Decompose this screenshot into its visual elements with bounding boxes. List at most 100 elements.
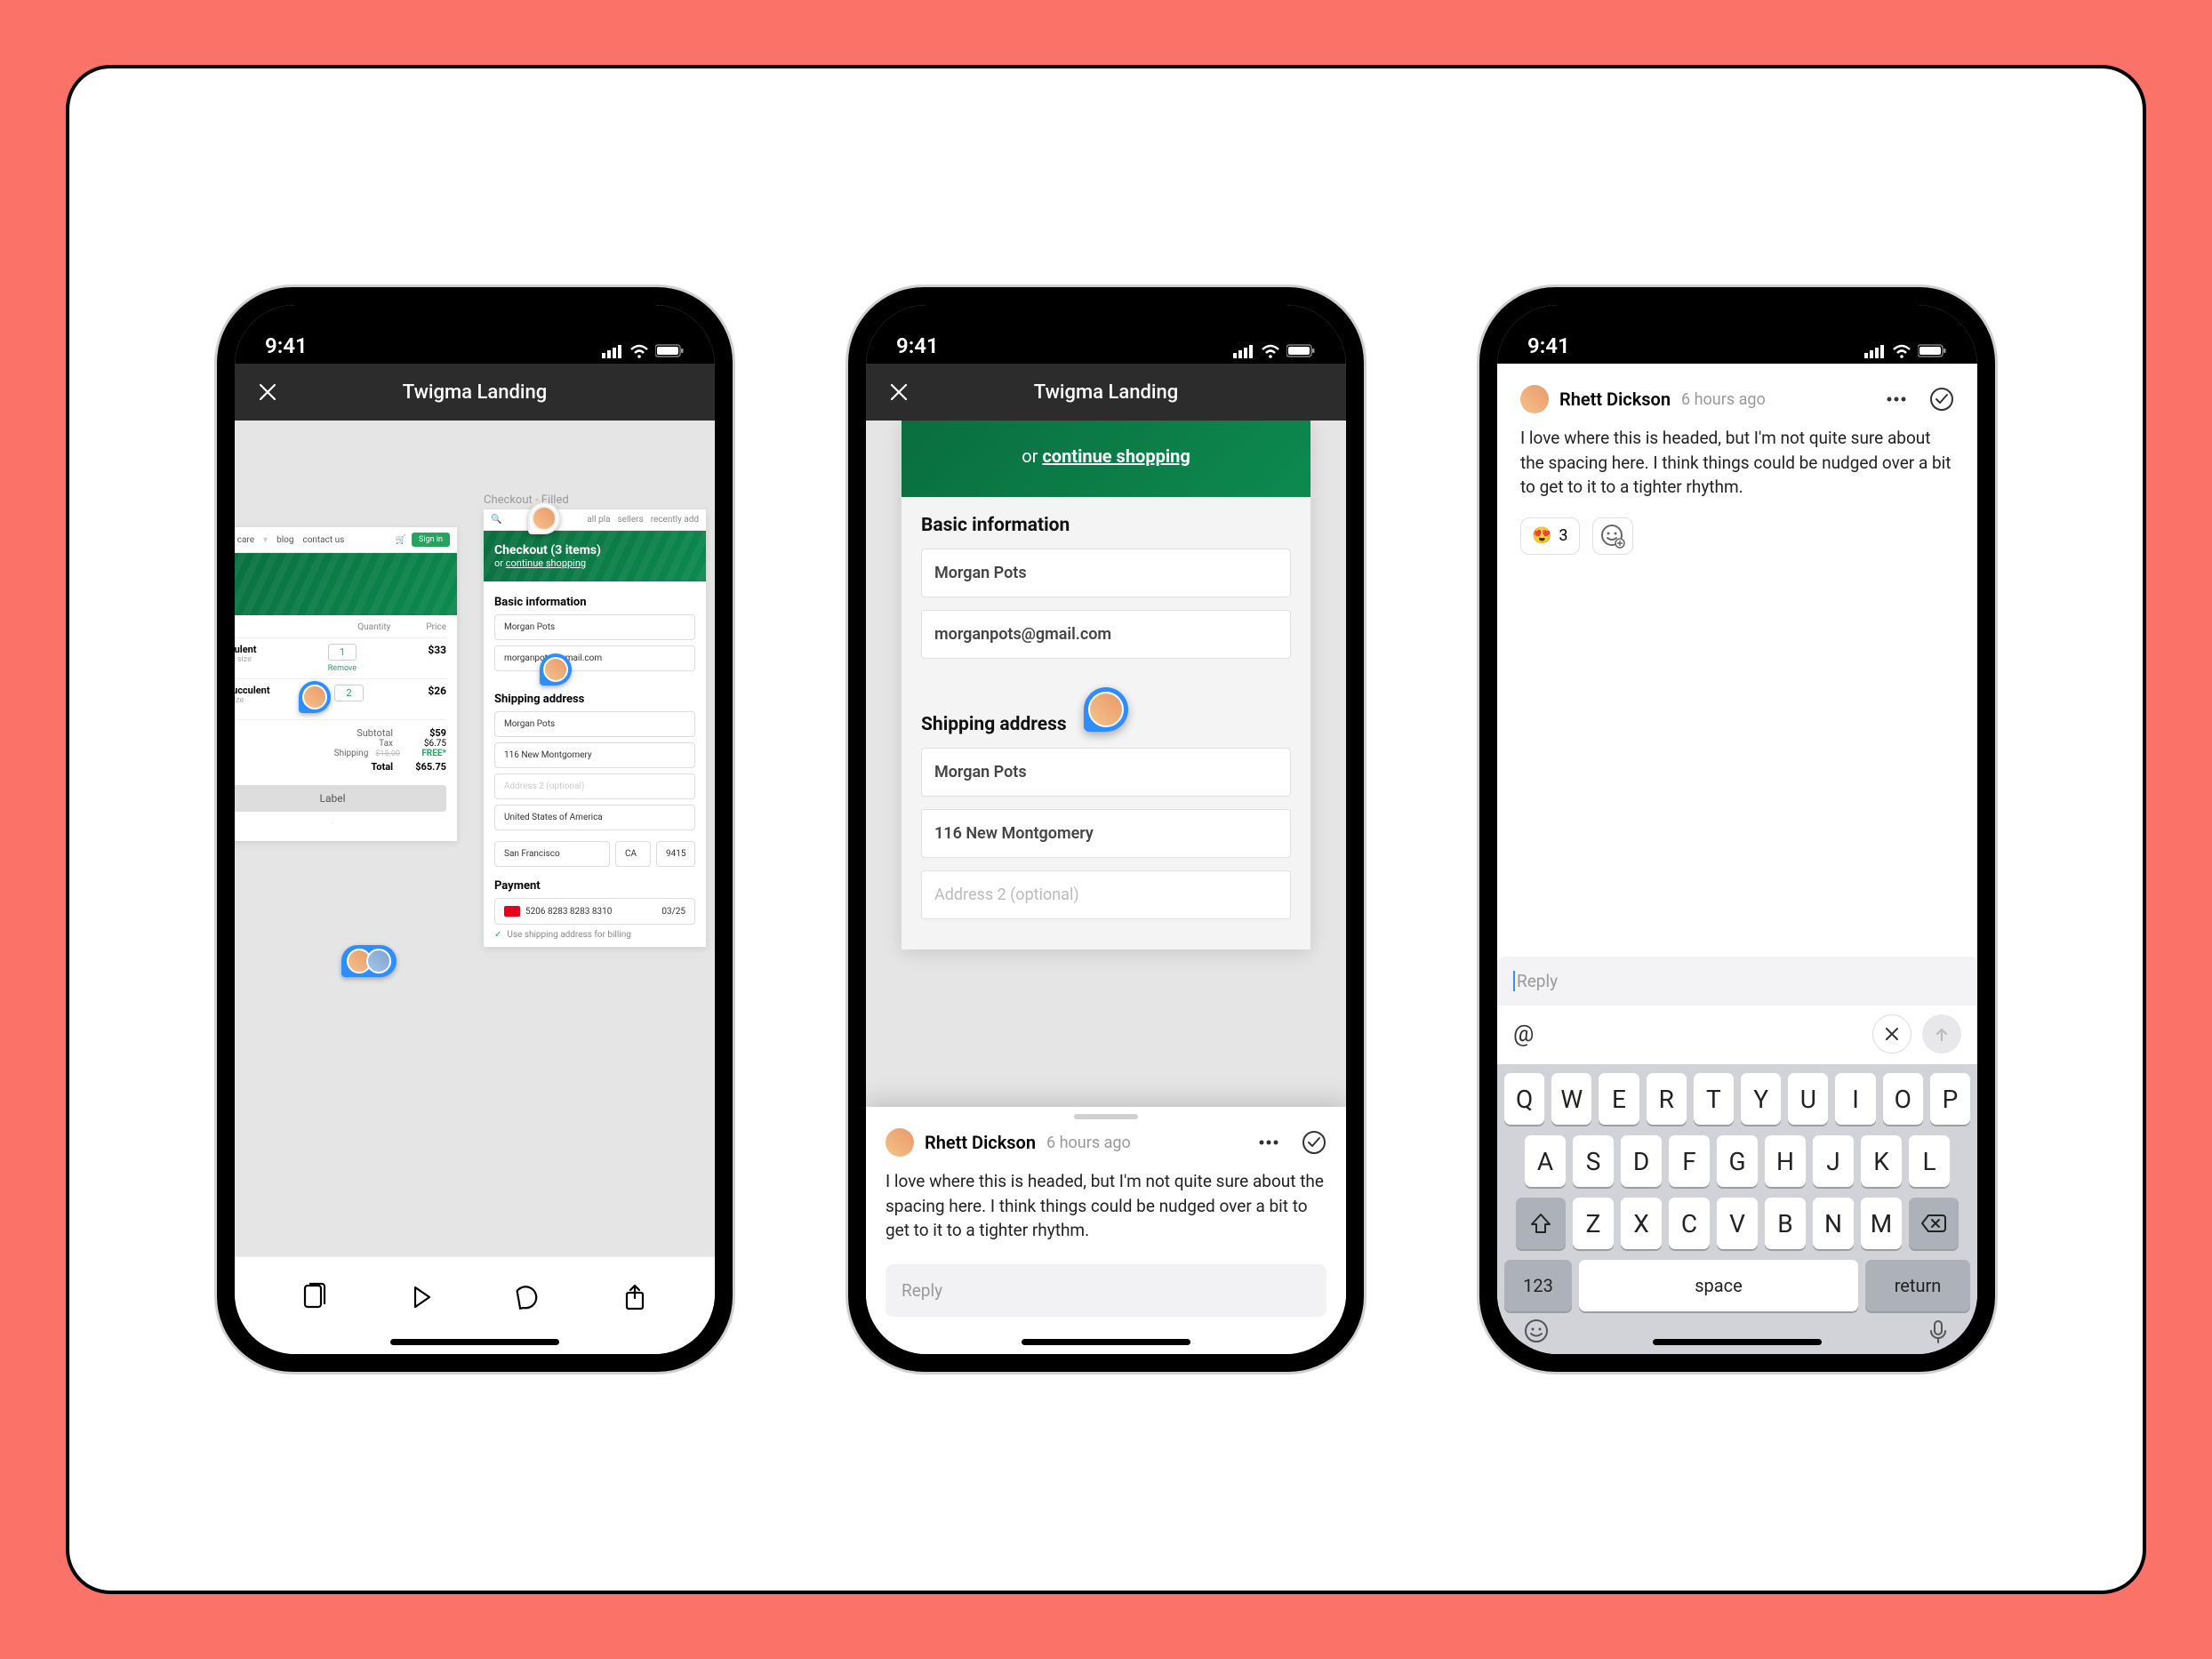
field-email[interactable]: morganpots@gmail.com [921, 610, 1291, 659]
return-key[interactable]: return [1865, 1260, 1970, 1311]
comment-pin[interactable] [299, 681, 331, 713]
field-state[interactable]: CA [615, 841, 651, 867]
cart-frame[interactable]: plant care ▾ blog contact us 🛒 Sign in [235, 527, 457, 841]
field-zip[interactable]: 9415 [656, 841, 695, 867]
key-d[interactable]: D [1621, 1135, 1662, 1187]
reply-input[interactable]: Reply [886, 1264, 1326, 1317]
commenter-name: Rhett Dickson [1559, 389, 1671, 410]
field-addr2[interactable]: Address 2 (optional) [921, 870, 1291, 919]
field-ship-name[interactable]: Morgan Pots [921, 748, 1291, 797]
drag-handle[interactable] [1074, 1114, 1138, 1119]
key-a[interactable]: A [1525, 1135, 1566, 1187]
key-t[interactable]: T [1694, 1073, 1734, 1125]
home-indicator[interactable] [1022, 1339, 1190, 1345]
checkout-frame[interactable]: Checkout - Filled 🔍 all pla sellers rece… [484, 509, 706, 947]
continue-shopping-link[interactable]: continue shopping [506, 557, 586, 569]
home-indicator[interactable] [390, 1339, 559, 1345]
key-s[interactable]: S [1573, 1135, 1614, 1187]
field-addr2[interactable]: Address 2 (optional) [494, 773, 695, 799]
field-ship-addr[interactable]: 116 New Montgomery [921, 809, 1291, 858]
nav-item[interactable]: plant care [235, 535, 254, 545]
field-ship-addr[interactable]: 116 New Montgomery [494, 742, 695, 768]
notch [1013, 305, 1199, 341]
key-o[interactable]: O [1883, 1073, 1923, 1125]
more-button[interactable] [1885, 388, 1908, 411]
qty-stepper[interactable]: 2 [334, 685, 363, 701]
checkout-frame-zoomed[interactable]: or continue shopping Basic information M… [902, 421, 1310, 950]
multi-user-pin[interactable] [341, 945, 397, 977]
key-n[interactable]: N [1813, 1198, 1854, 1249]
comment-detail-sheet: Rhett Dickson 6 hours ago I love where t… [1497, 364, 1977, 957]
share-button[interactable] [616, 1278, 653, 1316]
sign-in-button[interactable]: Sign in [412, 533, 450, 547]
key-x[interactable]: X [1621, 1198, 1662, 1249]
cart-icon[interactable]: 🛒 [396, 535, 406, 545]
key-r[interactable]: R [1647, 1073, 1687, 1125]
files-button[interactable] [296, 1278, 333, 1316]
billing-checkbox-label[interactable]: Use shipping address for billing [507, 930, 630, 940]
comment-timestamp: 6 hours ago [1681, 390, 1766, 409]
remove-link[interactable]: Remove [328, 664, 357, 673]
add-reaction-button[interactable] [1592, 517, 1633, 555]
space-key[interactable]: space [1579, 1260, 1858, 1311]
key-z[interactable]: Z [1573, 1198, 1614, 1249]
key-g[interactable]: G [1717, 1135, 1758, 1187]
comment-pin-active[interactable] [1084, 687, 1128, 732]
send-button[interactable] [1922, 1014, 1961, 1054]
key-p[interactable]: P [1930, 1073, 1970, 1125]
numeric-key[interactable]: 123 [1504, 1260, 1572, 1311]
more-button[interactable] [1257, 1131, 1280, 1154]
key-j[interactable]: J [1813, 1135, 1854, 1187]
key-e[interactable]: E [1599, 1073, 1639, 1125]
key-c[interactable]: C [1669, 1198, 1710, 1249]
search-icon[interactable]: 🔍 [491, 515, 501, 525]
resolve-button[interactable] [1929, 387, 1954, 412]
key-q[interactable]: Q [1504, 1073, 1544, 1125]
key-y[interactable]: Y [1741, 1073, 1781, 1125]
field-email[interactable]: morganpots@gmail.com [494, 645, 695, 671]
design-canvas[interactable]: plant care ▾ blog contact us 🛒 Sign in [235, 421, 715, 1256]
key-w[interactable]: W [1551, 1073, 1591, 1125]
field-name[interactable]: Morgan Pots [921, 549, 1291, 597]
nav-item[interactable]: blog [276, 535, 293, 545]
home-indicator[interactable] [1653, 1339, 1822, 1345]
field-country[interactable]: United States of America [494, 805, 695, 830]
tab[interactable]: all pla [587, 515, 610, 525]
key-v[interactable]: V [1717, 1198, 1758, 1249]
tab[interactable]: sellers [618, 515, 644, 525]
qty-stepper[interactable]: 1 [328, 644, 357, 661]
field-ship-name[interactable]: Morgan Pots [494, 711, 695, 737]
key-l[interactable]: L [1909, 1135, 1950, 1187]
label-button[interactable]: Label [235, 785, 446, 812]
close-reply-button[interactable] [1872, 1014, 1911, 1054]
key-u[interactable]: U [1788, 1073, 1828, 1125]
emoji-keyboard-button[interactable] [1524, 1318, 1549, 1343]
delete-key[interactable] [1909, 1198, 1959, 1249]
key-k[interactable]: K [1861, 1135, 1902, 1187]
mention-button[interactable]: @ [1513, 1021, 1534, 1047]
keyboard: QWERTYUIOP ASDFGHJKL ZXCVBNM 123 space r… [1497, 1064, 1977, 1354]
dictation-button[interactable] [1926, 1318, 1951, 1343]
resolve-button[interactable] [1302, 1130, 1326, 1155]
comment-pin[interactable] [540, 653, 572, 685]
section-header: Basic information [494, 596, 695, 609]
design-canvas[interactable]: or continue shopping Basic information M… [866, 421, 1346, 1354]
key-f[interactable]: F [1669, 1135, 1710, 1187]
field-name[interactable]: Morgan Pots [494, 614, 695, 640]
field-city[interactable]: San Francisco [494, 841, 610, 867]
comment-button[interactable] [509, 1278, 547, 1316]
key-m[interactable]: M [1861, 1198, 1902, 1249]
tab[interactable]: recently add [651, 515, 699, 525]
shift-key[interactable] [1516, 1198, 1566, 1249]
reply-input-area[interactable]: Reply [1497, 957, 1977, 1006]
nav-item[interactable]: contact us [302, 535, 344, 545]
continue-shopping-link[interactable]: continue shopping [1042, 445, 1190, 467]
key-b[interactable]: B [1765, 1198, 1806, 1249]
key-h[interactable]: H [1765, 1135, 1806, 1187]
close-button[interactable] [256, 381, 279, 404]
reaction-chip[interactable]: 😍 3 [1520, 517, 1580, 555]
close-button[interactable] [887, 381, 910, 404]
avatar-pin[interactable] [528, 502, 560, 534]
key-i[interactable]: I [1835, 1073, 1875, 1125]
play-button[interactable] [403, 1278, 440, 1316]
